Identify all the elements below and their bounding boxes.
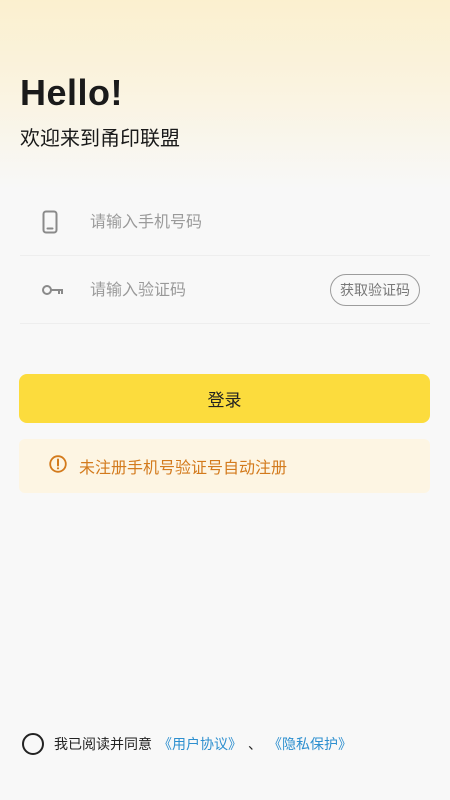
warning-icon bbox=[49, 455, 67, 477]
greeting-title: Hello! bbox=[20, 72, 124, 113]
verification-code-input[interactable] bbox=[90, 280, 330, 299]
phone-input[interactable] bbox=[90, 212, 430, 231]
agreement-prefix: 我已阅读并同意 bbox=[54, 737, 152, 753]
agreement-row: 我已阅读并同意 《用户协议》 、 《隐私保护》 bbox=[22, 732, 352, 756]
phone-icon bbox=[42, 210, 82, 234]
registration-notice: 未注册手机号验证号自动注册 bbox=[19, 439, 430, 493]
phone-field bbox=[20, 188, 430, 256]
welcome-subtitle: 欢迎来到甬印联盟 bbox=[20, 126, 180, 150]
privacy-policy-link[interactable]: 《隐私保护》 bbox=[268, 734, 352, 754]
login-button[interactable]: 登录 bbox=[19, 374, 430, 423]
agree-checkbox[interactable] bbox=[22, 733, 44, 755]
notice-text: 未注册手机号验证号自动注册 bbox=[79, 458, 288, 477]
get-code-button[interactable]: 获取验证码 bbox=[330, 273, 420, 306]
key-icon bbox=[42, 284, 82, 296]
code-field: 获取验证码 bbox=[20, 256, 430, 324]
user-agreement-link[interactable]: 《用户协议》 bbox=[158, 734, 242, 754]
agreement-separator: 、 bbox=[248, 737, 262, 753]
